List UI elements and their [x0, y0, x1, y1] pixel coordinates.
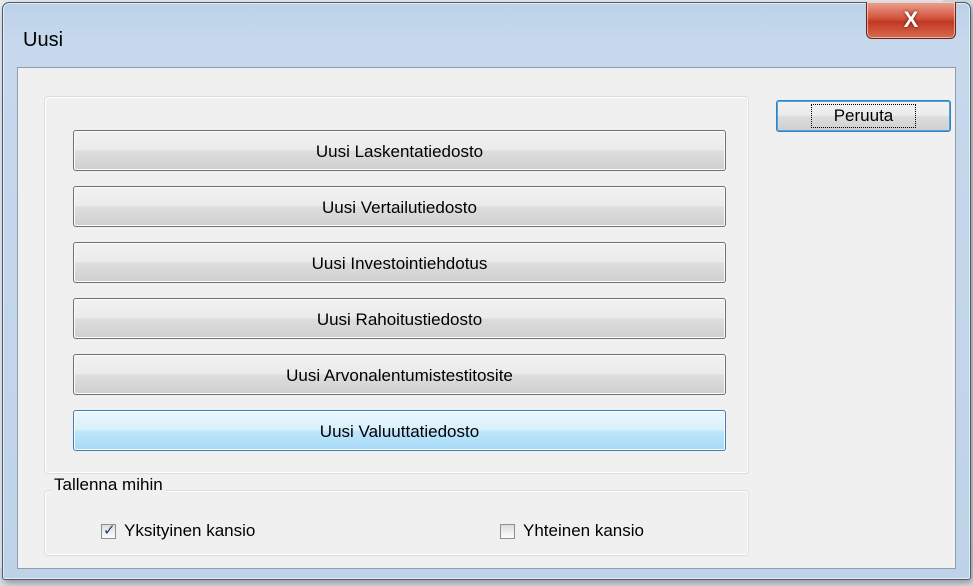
private-folder-option[interactable]: ✓ Yksityinen kansio — [101, 521, 255, 541]
file-type-panel: Uusi Laskentatiedosto Uusi Vertailutiedo… — [44, 96, 749, 474]
new-comparison-file-button[interactable]: Uusi Vertailutiedosto — [73, 186, 726, 227]
checkmark-icon: ✓ — [103, 521, 116, 539]
cancel-button[interactable]: Peruuta — [776, 100, 951, 132]
close-icon: X — [903, 7, 919, 32]
save-location-legend: Tallenna mihin — [51, 475, 166, 495]
close-button[interactable]: X — [866, 2, 956, 39]
new-currency-file-button[interactable]: Uusi Valuuttatiedosto — [73, 410, 726, 451]
new-calculation-file-button[interactable]: Uusi Laskentatiedosto — [73, 130, 726, 171]
new-file-dialog: Uusi X Uusi Laskentatiedosto Uusi Vertai… — [2, 2, 971, 580]
shared-folder-option[interactable]: Yhteinen kansio — [500, 521, 644, 541]
shared-folder-checkbox[interactable] — [500, 523, 515, 539]
private-folder-checkbox[interactable]: ✓ — [101, 521, 116, 539]
window-title: Uusi — [23, 29, 64, 51]
private-folder-label: Yksityinen kansio — [124, 521, 256, 540]
dialog-body: Uusi Laskentatiedosto Uusi Vertailutiedo… — [17, 67, 956, 569]
new-financing-file-button[interactable]: Uusi Rahoitustiedosto — [73, 298, 726, 339]
cancel-button-label: Peruuta — [810, 104, 917, 128]
new-impairment-test-button[interactable]: Uusi Arvonalentumistestitosite — [73, 354, 726, 395]
title-bar: Uusi X — [3, 2, 970, 69]
shared-folder-label: Yhteinen kansio — [523, 521, 644, 540]
save-location-group: Tallenna mihin ✓ Yksityinen kansio Yhtei… — [44, 475, 749, 556]
new-investment-proposal-button[interactable]: Uusi Investointiehdotus — [73, 242, 726, 283]
